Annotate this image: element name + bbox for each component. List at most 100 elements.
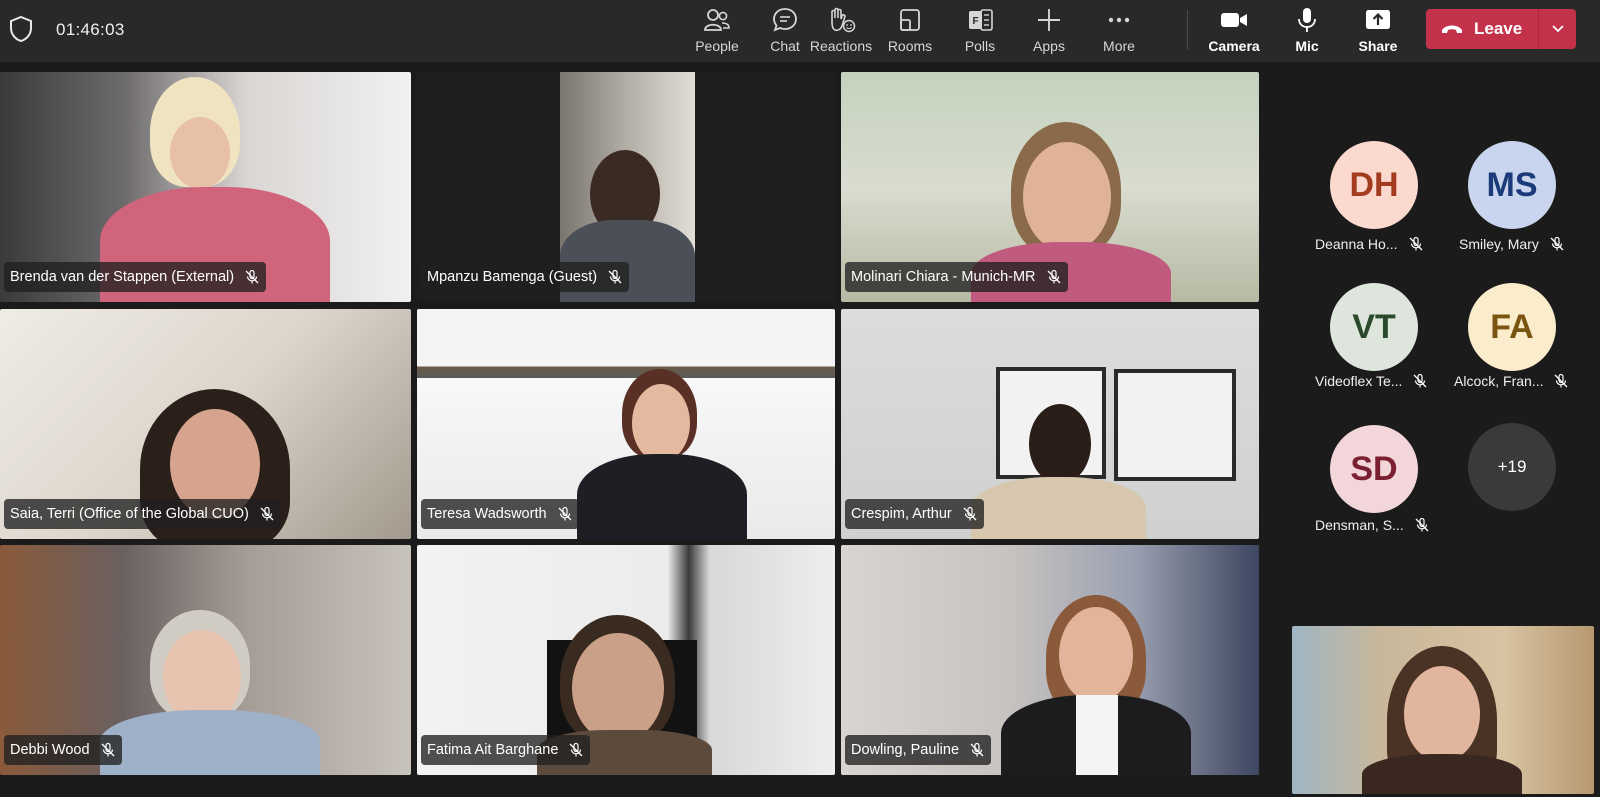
roster-name: Videoflex Te... [1315,373,1428,389]
mic-button[interactable]: Mic [1272,4,1342,58]
participant-name: Teresa Wadsworth [427,506,547,522]
leave-button-group: Leave [1426,9,1576,49]
avatar-initials: VT [1352,307,1396,346]
roster-name: Densman, S... [1315,517,1430,533]
participant-name: Smiley, Mary [1459,236,1539,252]
phone-hangup-icon [1442,25,1462,33]
leave-options-button[interactable] [1539,9,1576,49]
video-tile[interactable]: Saia, Terri (Office of the Global CUO) [0,309,411,539]
share-button[interactable]: Share [1343,4,1413,58]
participant-face [1023,142,1111,252]
video-tile[interactable]: Crespim, Arthur [841,309,1259,539]
reactions-label: Reactions [809,38,873,54]
more-button[interactable]: More [1084,4,1154,58]
participant-name: Crespim, Arthur [851,506,952,522]
avatar-initials: MS [1486,165,1538,204]
avatar-initials: SD [1350,449,1398,488]
participant-nameplate: Dowling, Pauline [845,735,992,765]
participant-name: Mpanzu Bamenga (Guest) [427,269,598,285]
meeting-toolbar: 01:46:03 People Chat Reactions Rooms F P… [0,0,1600,62]
participant-nameplate: Crespim, Arthur [845,499,984,529]
shield-icon[interactable] [8,15,34,43]
svg-text:F: F [972,16,978,27]
participant-name: Debbi Wood [10,742,90,758]
mic-muted-icon [1555,373,1568,388]
participant-nameplate: Fatima Ait Barghane [421,735,591,765]
participant-nameplate: Saia, Terri (Office of the Global CUO) [4,499,281,529]
camera-icon [1221,13,1247,27]
leave-label: Leave [1474,19,1523,38]
participant-body [1362,754,1522,794]
mic-muted-icon [260,506,274,521]
mic-muted-icon [970,742,984,757]
share-screen-icon [1366,10,1390,29]
participant-avatar[interactable]: FA [1468,283,1556,371]
more-dots-icon [1108,17,1130,23]
polls-button[interactable]: F Polls [945,4,1015,58]
participant-face [1404,666,1480,762]
participant-nameplate: Molinari Chiara - Munich-MR [845,262,1068,292]
participant-face [170,117,230,189]
roster-name: Alcock, Fran... [1454,373,1569,389]
reactions-button[interactable]: Reactions [806,4,876,58]
participant-body [971,477,1146,539]
video-tile[interactable]: Fatima Ait Barghane [417,545,835,775]
participant-face [1029,404,1091,484]
video-tile[interactable]: Molinari Chiara - Munich-MR [841,72,1259,302]
participant-name: Fatima Ait Barghane [427,742,559,758]
participant-face [1059,607,1133,703]
mic-muted-icon [245,269,259,284]
video-tile[interactable]: Debbi Wood [0,545,411,775]
more-participants-button[interactable]: +19 [1468,423,1556,511]
avatar-initials: DH [1349,165,1399,204]
participant-shirt [1076,695,1118,775]
mic-muted-icon [558,506,572,521]
video-tile[interactable]: Brenda van der Stappen (External) [0,72,411,302]
participant-name: Brenda van der Stappen (External) [10,269,235,285]
apps-label: Apps [1033,38,1065,54]
mic-muted-icon [569,742,583,757]
participant-avatar[interactable]: VT [1330,283,1418,371]
participant-face [572,633,664,743]
mic-muted-icon [963,506,977,521]
roster-name: Deanna Ho... [1315,236,1424,252]
apps-button[interactable]: Apps [1014,4,1084,58]
rooms-button[interactable]: Rooms [875,4,945,58]
participant-nameplate: Teresa Wadsworth [421,499,579,529]
wall-picture-frame [1114,369,1236,481]
participant-body [577,454,747,539]
avatar-initials: FA [1490,307,1534,346]
mic-muted-icon [1409,236,1422,251]
participant-avatar[interactable]: SD [1330,425,1418,513]
participant-avatar[interactable]: DH [1330,141,1418,229]
participant-name: Densman, S... [1315,517,1404,533]
participant-avatar[interactable]: MS [1468,141,1556,229]
self-view-video[interactable] [1292,626,1594,794]
roster-name: Smiley, Mary [1459,236,1565,252]
rooms-icon [900,9,920,31]
camera-button[interactable]: Camera [1199,4,1269,58]
mic-muted-icon [1550,236,1564,251]
participant-name: Saia, Terri (Office of the Global CUO) [10,506,249,522]
participant-name: Molinari Chiara - Munich-MR [851,269,1036,285]
video-tile[interactable]: Dowling, Pauline [841,545,1259,775]
mic-muted-icon [608,269,622,284]
video-tile[interactable]: Mpanzu Bamenga (Guest) [417,72,835,302]
leave-button[interactable]: Leave [1426,9,1538,49]
camera-label: Camera [1208,38,1260,54]
more-label: More [1103,38,1135,54]
participant-nameplate: Brenda van der Stappen (External) [4,262,267,292]
microphone-icon [1298,8,1316,32]
video-stage: Brenda van der Stappen (External) Mpanzu… [0,62,1600,797]
participant-name: Alcock, Fran... [1454,373,1544,389]
people-button[interactable]: People [682,4,752,58]
mic-muted-icon [1415,517,1429,532]
video-tile[interactable]: Teresa Wadsworth [417,309,835,539]
participant-name: Videoflex Te... [1315,373,1403,389]
more-participants-count: +19 [1497,457,1527,476]
toolbar-divider [1187,10,1188,50]
participant-name: Dowling, Pauline [851,742,960,758]
polls-icon: F [969,9,993,31]
polls-label: Polls [964,38,996,54]
people-icon [704,9,730,31]
